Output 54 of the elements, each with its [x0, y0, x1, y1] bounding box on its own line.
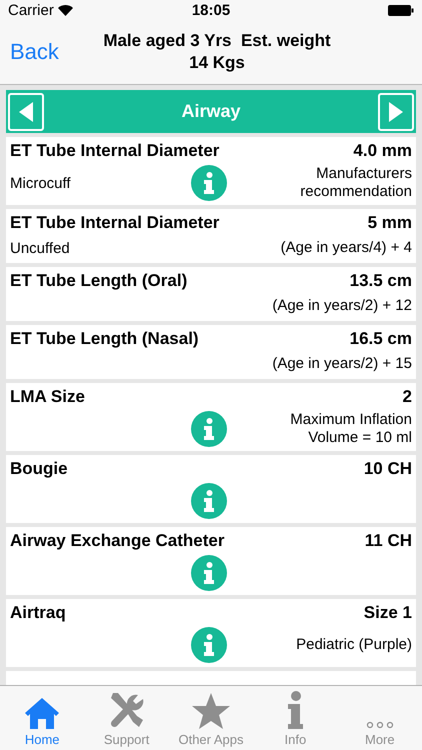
item-value: 4.0 mm	[353, 141, 412, 161]
item-name: Bougie	[10, 459, 68, 479]
item-name: Airway Exchange Catheter	[10, 531, 224, 551]
section-title: Airway	[181, 101, 241, 122]
item-note: (Age in years/2) + 15	[271, 355, 412, 373]
item-detail: Microcuff	[10, 174, 72, 192]
item-value: 13.5 cm	[350, 271, 412, 291]
wifi-icon	[58, 4, 73, 16]
star-icon	[190, 692, 231, 730]
item-value: 5 mm	[368, 213, 412, 233]
item-name: ET Tube Length (Oral)	[10, 271, 188, 291]
item-name: Airtraq	[10, 603, 66, 623]
status-time: 18:05	[192, 2, 230, 18]
info-icon	[203, 562, 215, 584]
tab-item[interactable]: More	[338, 686, 422, 750]
tab-item[interactable]: Home	[0, 686, 84, 750]
item-value: 11 CH	[364, 531, 412, 551]
info-button[interactable]	[191, 555, 227, 591]
next-button[interactable]	[378, 92, 414, 130]
tab-item[interactable]: Support	[84, 686, 169, 750]
info-button[interactable]	[191, 483, 227, 519]
right-triangle-icon	[389, 102, 403, 122]
item-note: Maximum Inflation Volume = 10 ml	[289, 411, 412, 447]
item-value: 2	[402, 387, 412, 407]
info-button[interactable]	[191, 411, 227, 447]
item-name: ET Tube Internal Diameter	[10, 141, 220, 161]
battery-icon	[388, 4, 414, 16]
item-name: ET Tube Length (Nasal)	[10, 329, 199, 349]
home-icon	[23, 696, 62, 730]
left-triangle-icon	[19, 102, 33, 122]
item-name: ET Tube Internal Diameter	[10, 213, 220, 233]
item-note: (Age in years/2) + 12	[271, 297, 412, 315]
info-icon	[203, 634, 215, 656]
info-icon	[203, 418, 215, 440]
info-icon	[203, 490, 215, 512]
item-note: (Age in years/4) + 4	[280, 239, 412, 257]
info-icon	[285, 690, 306, 730]
item-detail: Uncuffed	[10, 240, 71, 256]
item-note: Pediatric (Purple)	[295, 636, 412, 654]
item-name: LMA Size	[10, 387, 85, 407]
info-button[interactable]	[191, 627, 227, 663]
back-link[interactable]: Back	[10, 39, 80, 65]
info-button[interactable]	[191, 165, 227, 201]
tab-item[interactable]: Other Apps	[168, 686, 254, 750]
item-value: 10 CH	[364, 459, 412, 479]
item-value: 16.5 cm	[350, 329, 412, 349]
info-icon	[203, 172, 215, 194]
nav-title: Male aged 3 Yrs Est. weight 14 Kgs	[102, 30, 332, 74]
more-icon	[364, 720, 395, 730]
carrier-name: Carrier	[8, 2, 54, 18]
item-value: Size 1	[364, 603, 412, 623]
previous-button[interactable]	[8, 92, 44, 130]
tab-item[interactable]: Info	[253, 686, 338, 750]
item-note: Manufacturers recommendation	[299, 165, 412, 201]
